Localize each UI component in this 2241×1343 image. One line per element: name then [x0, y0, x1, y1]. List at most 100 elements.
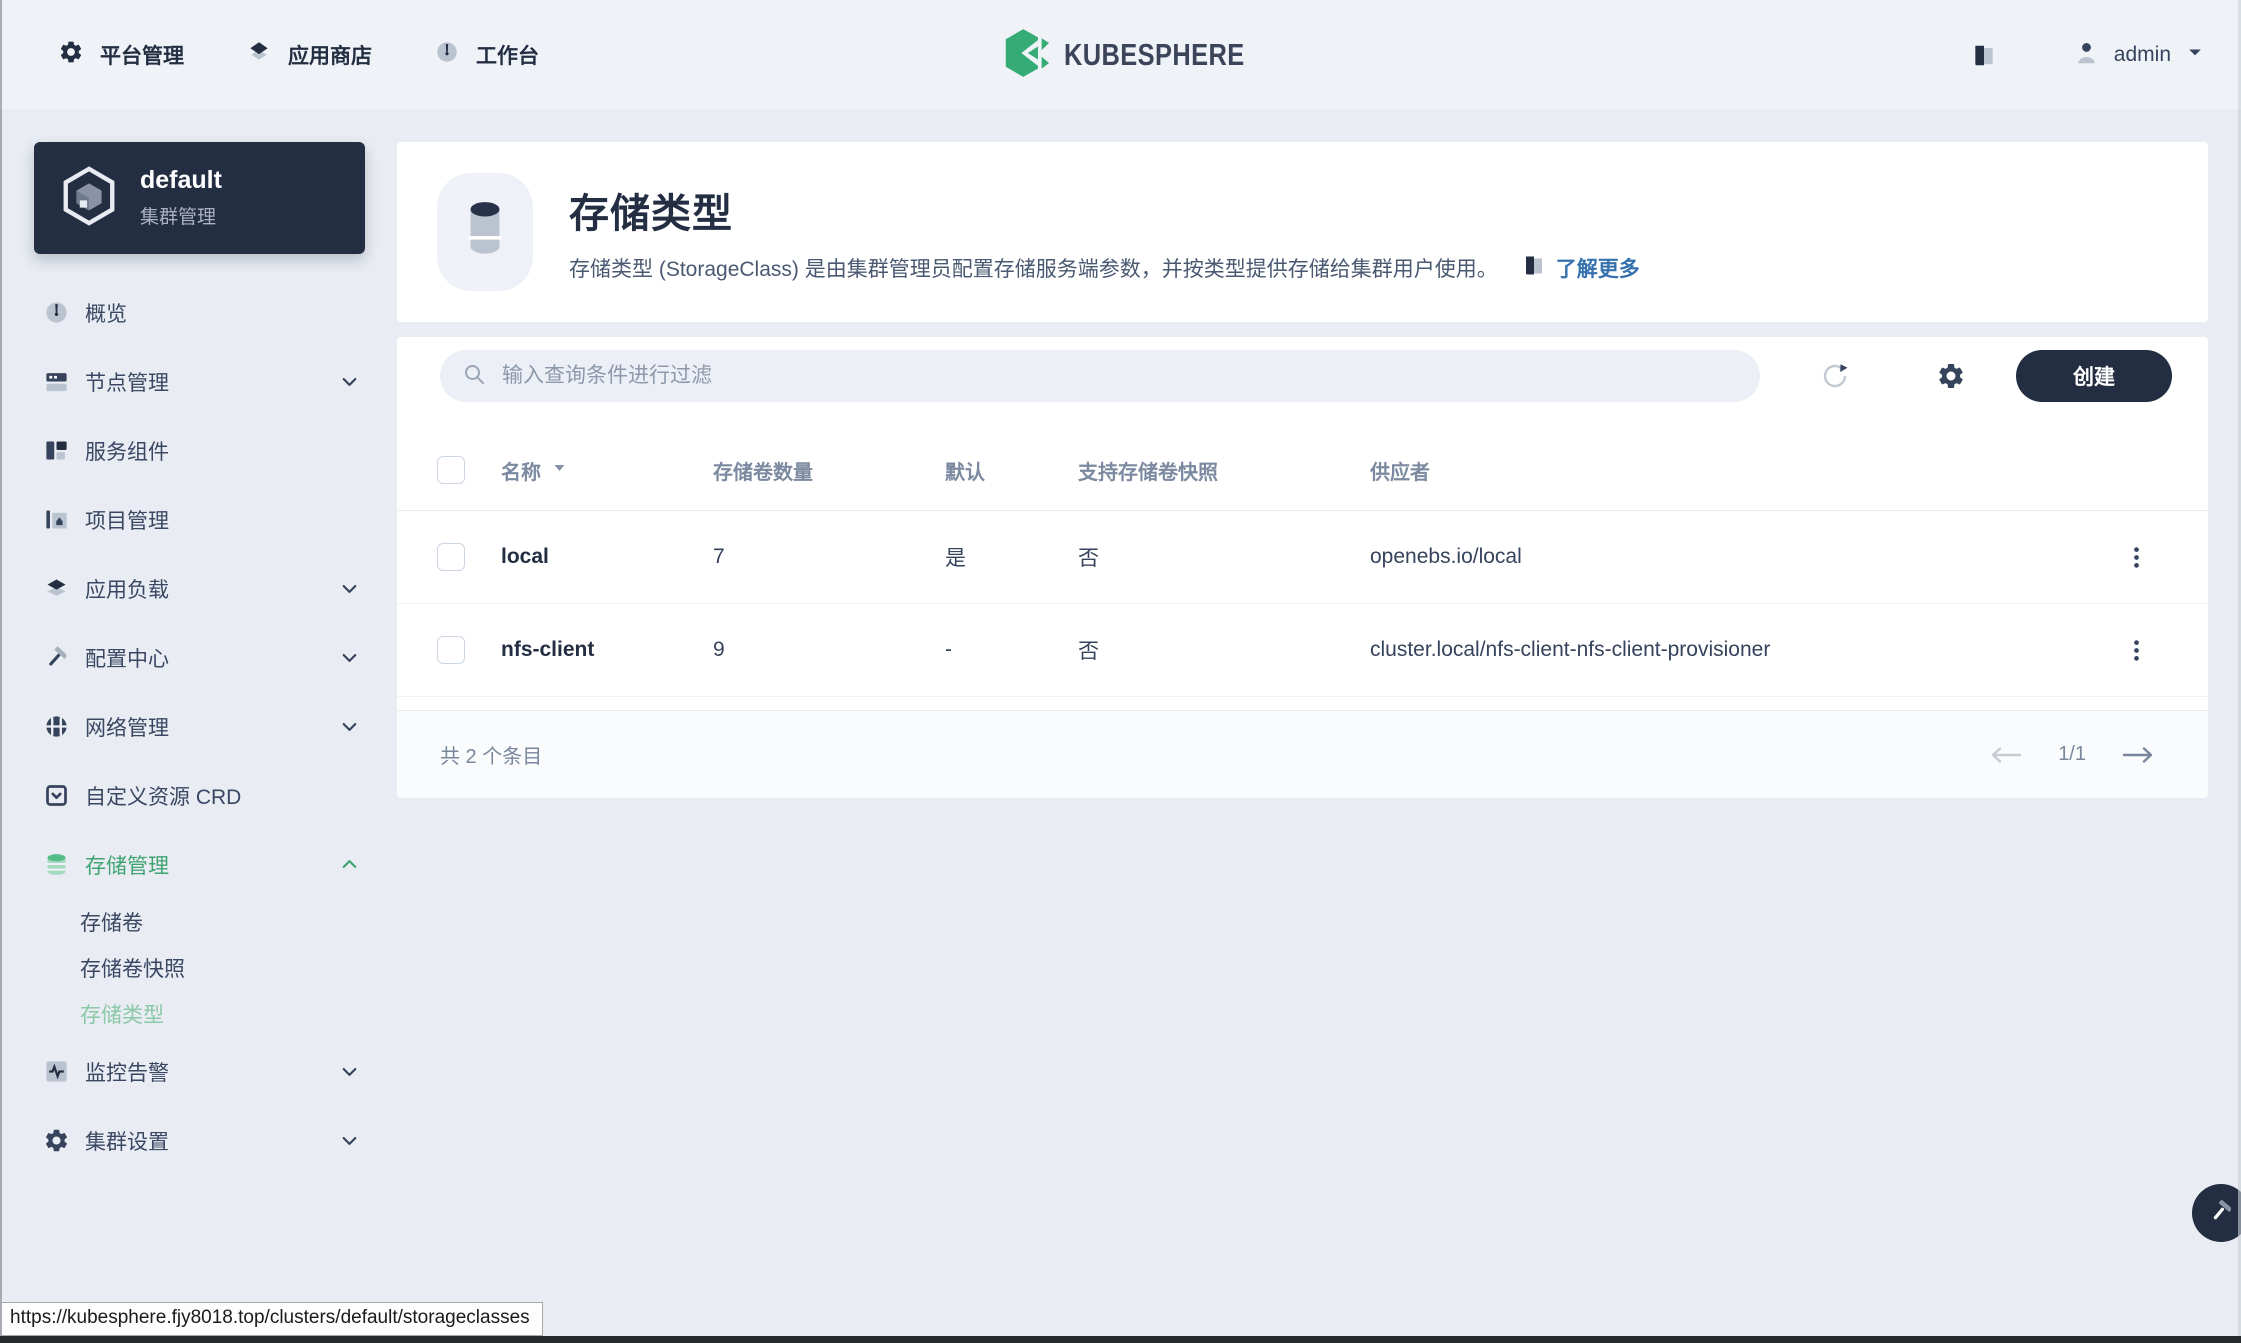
cluster-selector[interactable]: default 集群管理: [34, 142, 365, 254]
cell-snapshot: 否: [1078, 542, 1370, 572]
sidebar-item-crd[interactable]: 自定义资源 CRD: [0, 761, 397, 830]
window-left-edge: [0, 0, 2, 1343]
column-settings-gear-icon[interactable]: [1936, 361, 1966, 391]
pagination: 1/1: [1988, 743, 2156, 767]
storage-class-list-card: 创建 名称 存储卷数量 默认 支持存储卷快照 供应者 local 7 是 否 o…: [397, 337, 2208, 798]
page-indicator: 1/1: [2058, 743, 2086, 766]
sidebar-item-projects[interactable]: 项目管理: [0, 485, 397, 554]
gear-icon: [58, 39, 84, 71]
select-all-checkbox[interactable]: [437, 456, 465, 484]
sidebar-subitem-volumes[interactable]: 存储卷: [0, 899, 397, 945]
settings-gear-icon: [43, 1127, 70, 1154]
network-icon: [43, 713, 70, 740]
search-bar[interactable]: [440, 350, 1760, 402]
table-footer: 共 2 个条目 1/1: [397, 710, 2208, 798]
previous-page-arrow-icon[interactable]: [1988, 743, 2024, 767]
config-icon: [43, 644, 70, 671]
cluster-name: default: [140, 167, 222, 195]
storage-class-name-link[interactable]: local: [501, 545, 713, 569]
cluster-role: 集群管理: [140, 202, 222, 229]
sidebar-subitem-storage-classes[interactable]: 存储类型: [0, 991, 397, 1037]
column-header-name[interactable]: 名称: [501, 456, 713, 485]
user-menu[interactable]: admin: [2073, 39, 2205, 72]
chevron-down-icon: [338, 715, 361, 738]
sidebar-subitem-volume-snapshots[interactable]: 存储卷快照: [0, 945, 397, 991]
cell-default: -: [945, 638, 1078, 662]
sidebar-item-overview[interactable]: 概览: [0, 278, 397, 347]
sidebar-item-network[interactable]: 网络管理: [0, 692, 397, 761]
page-header-text: 存储类型 存储类型 (StorageClass) 是由集群管理员配置存储服务端参…: [569, 181, 1640, 283]
cluster-hexagon-icon: [58, 165, 120, 232]
page-description: 存储类型 (StorageClass) 是由集群管理员配置存储服务端参数，并按类…: [569, 253, 1498, 283]
top-navigation-bar: 平台管理 应用商店 工作台 KUBESPHERE: [0, 0, 2241, 111]
chevron-down-icon: [2185, 42, 2205, 68]
cluster-info: default 集群管理: [140, 167, 222, 230]
crd-icon: [43, 782, 70, 809]
nav-label: 平台管理: [100, 40, 184, 70]
sidebar-item-components[interactable]: 服务组件: [0, 416, 397, 485]
nav-app-store[interactable]: 应用商店: [246, 39, 372, 71]
hammer-icon: [2207, 1197, 2235, 1230]
sidebar-item-monitoring[interactable]: 监控告警: [0, 1037, 397, 1106]
learn-more-link[interactable]: 了解更多: [1522, 253, 1640, 283]
projects-icon: [43, 506, 70, 533]
nodes-icon: [43, 368, 70, 395]
next-page-arrow-icon[interactable]: [2120, 743, 2156, 767]
topbar-right: admin: [1971, 0, 2205, 110]
column-header-provisioner: 供应者: [1370, 456, 2104, 485]
sidebar-item-nodes[interactable]: 节点管理: [0, 347, 397, 416]
nav-label: 应用商店: [288, 40, 372, 70]
sidebar-item-storage[interactable]: 存储管理: [0, 830, 397, 899]
sidebar-item-cluster-settings[interactable]: 集群设置: [0, 1106, 397, 1175]
main-content: 存储类型 存储类型 (StorageClass) 是由集群管理员配置存储服务端参…: [397, 110, 2241, 1343]
chevron-down-icon: [338, 577, 361, 600]
chevron-down-icon: [338, 370, 361, 393]
row-actions-kebab-icon[interactable]: [2123, 544, 2150, 571]
chevron-down-icon: [338, 1060, 361, 1083]
total-count-label: 共 2 个条目: [440, 740, 542, 769]
list-toolbar: 创建: [397, 337, 2208, 402]
cell-provisioner: openebs.io/local: [1370, 545, 2104, 569]
chevron-down-icon: [338, 1129, 361, 1152]
storage-icon: [43, 851, 70, 878]
table-row[interactable]: local 7 是 否 openebs.io/local: [397, 511, 2208, 604]
kubesphere-logo[interactable]: KUBESPHERE: [1003, 0, 1284, 110]
sort-caret-icon: [551, 459, 568, 482]
toolbox-floating-button[interactable]: [2192, 1184, 2241, 1242]
search-input[interactable]: [500, 363, 1738, 389]
appstore-icon: [246, 39, 272, 71]
components-icon: [43, 437, 70, 464]
storage-class-icon: [437, 173, 533, 291]
logo-text: KUBESPHERE: [1064, 37, 1245, 73]
window-bottom-edge: [0, 1336, 2241, 1343]
create-button[interactable]: 创建: [2016, 350, 2172, 402]
cell-volume-count: 9: [713, 638, 945, 662]
cell-provisioner: cluster.local/nfs-client-nfs-client-prov…: [1370, 638, 2104, 662]
column-header-default: 默认: [945, 456, 1078, 485]
chevron-down-icon: [338, 646, 361, 669]
gauge-icon: [43, 299, 70, 326]
nav-platform-management[interactable]: 平台管理: [58, 39, 184, 71]
sidebar: default 集群管理 概览 节点管理 服务组件: [0, 110, 397, 1343]
documentation-icon[interactable]: [1971, 42, 1997, 68]
row-checkbox[interactable]: [437, 543, 465, 571]
workbench-icon: [434, 39, 460, 71]
nav-label: 工作台: [476, 40, 539, 70]
nav-workbench[interactable]: 工作台: [434, 39, 539, 71]
table-row[interactable]: nfs-client 9 - 否 cluster.local/nfs-clien…: [397, 604, 2208, 697]
docs-book-icon: [1522, 253, 1546, 283]
row-checkbox[interactable]: [437, 636, 465, 664]
column-header-volume-count: 存储卷数量: [713, 456, 945, 485]
sidebar-item-workloads[interactable]: 应用负载: [0, 554, 397, 623]
username: admin: [2114, 43, 2171, 67]
sidebar-menu: 概览 节点管理 服务组件 项目管理: [0, 278, 397, 1175]
refresh-button[interactable]: [1820, 361, 1850, 391]
monitoring-icon: [43, 1058, 70, 1085]
page-header-card: 存储类型 存储类型 (StorageClass) 是由集群管理员配置存储服务端参…: [397, 142, 2208, 322]
browser-status-bar: https://kubesphere.fjy8018.top/clusters/…: [2, 1302, 543, 1336]
storage-class-name-link[interactable]: nfs-client: [501, 638, 713, 662]
row-actions-kebab-icon[interactable]: [2123, 637, 2150, 664]
user-avatar-icon: [2073, 39, 2100, 72]
sidebar-item-configuration[interactable]: 配置中心: [0, 623, 397, 692]
cell-volume-count: 7: [713, 545, 945, 569]
